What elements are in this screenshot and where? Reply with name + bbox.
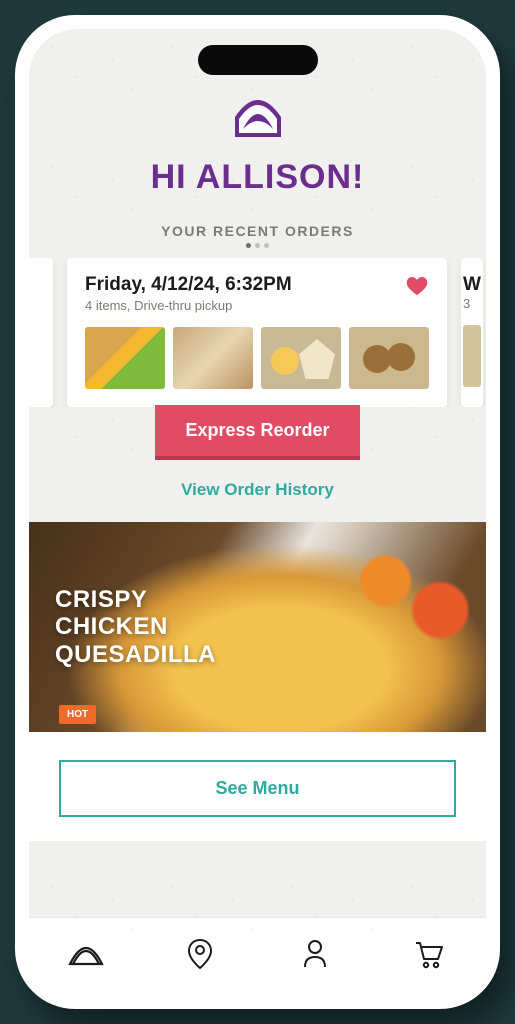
menu-button-wrap: See Menu [29, 732, 486, 841]
greeting-text: HI ALLISON! [29, 158, 486, 197]
peek-title: W [463, 274, 481, 296]
peek-sub: 3 [463, 296, 481, 311]
view-order-history-link[interactable]: View Order History [29, 480, 486, 500]
scroll-content[interactable]: HI ALLISON! YOUR RECENT ORDERS Friday, 4… [29, 29, 486, 917]
food-thumb-burrito [173, 327, 253, 389]
phone-frame: HI ALLISON! YOUR RECENT ORDERS Friday, 4… [15, 15, 500, 1009]
recent-orders-carousel[interactable]: Friday, 4/12/24, 6:32PM 4 items, Drive-t… [29, 258, 486, 407]
see-menu-button[interactable]: See Menu [59, 760, 456, 817]
food-thumb-chips-dip [261, 327, 341, 389]
phone-screen: HI ALLISON! YOUR RECENT ORDERS Friday, 4… [29, 29, 486, 995]
taco-icon [68, 940, 104, 973]
order-card-prev-peek[interactable] [29, 258, 53, 407]
device-notch [198, 45, 318, 75]
favorite-heart-icon[interactable] [405, 274, 429, 298]
user-icon [302, 939, 328, 974]
order-title: Friday, 4/12/24, 6:32PM [85, 274, 292, 296]
order-card[interactable]: Friday, 4/12/24, 6:32PM 4 items, Drive-t… [67, 258, 447, 407]
order-card-next-peek[interactable]: W 3 [461, 258, 483, 407]
tab-home[interactable] [66, 937, 106, 977]
carousel-dots [29, 243, 486, 248]
express-reorder-button[interactable]: Express Reorder [155, 405, 359, 456]
cart-icon [414, 939, 444, 974]
tab-bar [29, 917, 486, 995]
order-items-row [85, 327, 429, 389]
promo-title: CRISPY CHICKEN QUESADILLA [55, 586, 216, 669]
recent-orders-label: YOUR RECENT ORDERS [29, 223, 486, 239]
peek-thumb [463, 325, 481, 387]
tab-account[interactable] [295, 937, 335, 977]
promo-banner[interactable]: CRISPY CHICKEN QUESADILLA [29, 522, 486, 732]
food-thumb-taco [85, 327, 165, 389]
location-pin-icon [187, 938, 213, 975]
brand-logo [225, 89, 291, 150]
tab-locations[interactable] [180, 937, 220, 977]
tab-cart[interactable] [409, 937, 449, 977]
food-thumb-bites [349, 327, 429, 389]
order-subtitle: 4 items, Drive-thru pickup [85, 298, 292, 313]
